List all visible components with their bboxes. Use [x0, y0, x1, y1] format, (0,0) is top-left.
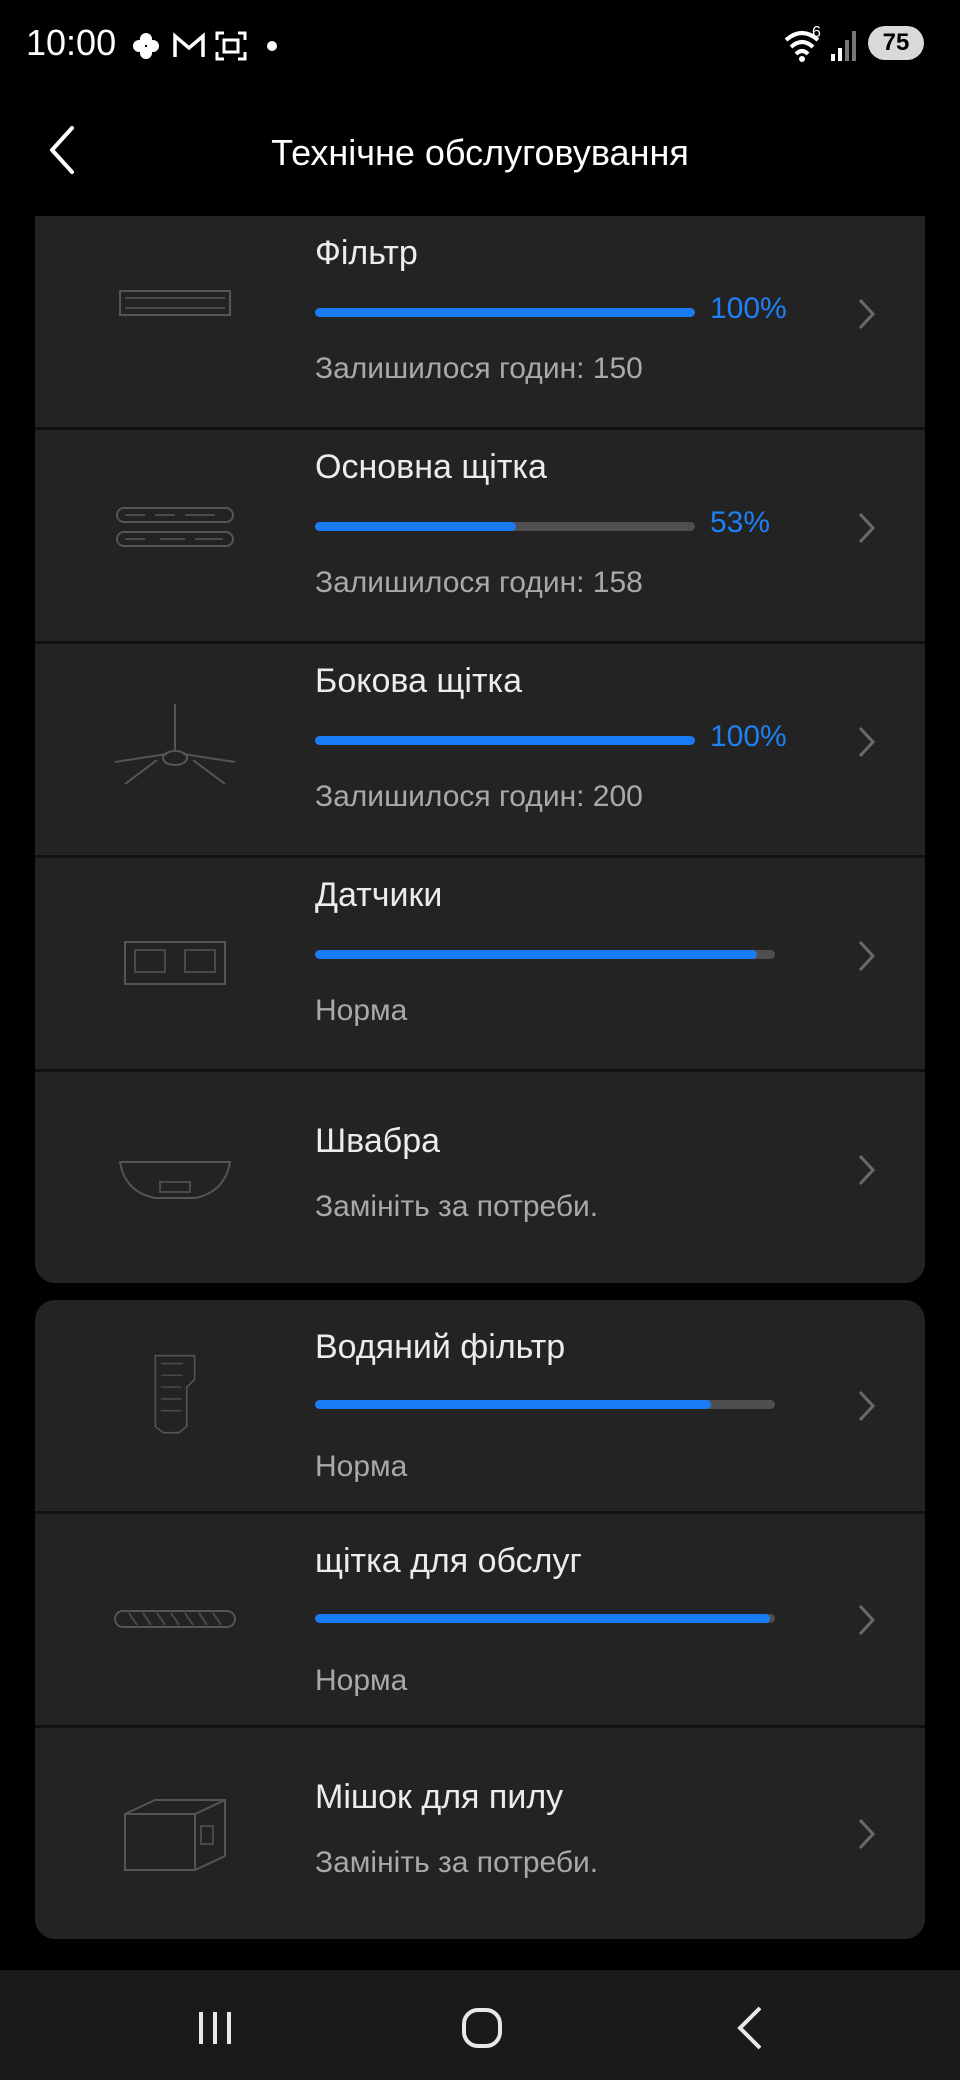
chevron-right-icon	[858, 1390, 876, 1422]
dot-icon	[267, 41, 277, 51]
list-item-water-filter[interactable]: Водяний фільтр Норма	[35, 1300, 925, 1514]
life-progress-fill	[315, 736, 695, 745]
item-status: Норма	[315, 1450, 408, 1483]
item-name: Швабра	[315, 1122, 441, 1160]
wifi-badge: 6	[812, 24, 821, 41]
page-title: Технічне обслуговування	[271, 132, 689, 173]
item-name: Фільтр	[315, 234, 418, 272]
chevron-right-icon	[858, 940, 876, 972]
screenshot-icon	[215, 31, 247, 61]
item-name: Основна щітка	[315, 448, 547, 486]
maintenance-group-2: Водяний фільтр Норма щітка для обслуг Но…	[35, 1300, 925, 1939]
list-item-dust-bag[interactable]: Мішок для пилу Замініть за потреби.	[35, 1728, 925, 1939]
side-brush-image	[114, 704, 236, 785]
item-name: Бокова щітка	[315, 662, 523, 700]
item-status: Залишилося годин: 200	[315, 780, 643, 813]
item-name: Водяний фільтр	[315, 1328, 566, 1366]
app-header: Технічне обслуговування	[0, 90, 960, 215]
list-item-maintenance-brush[interactable]: щітка для обслуг Норма	[35, 1514, 925, 1728]
life-progress-bar	[315, 522, 695, 531]
chevron-right-icon	[858, 1154, 876, 1186]
list-item-mop[interactable]: Швабра Замініть за потреби.	[35, 1072, 925, 1283]
chevron-right-icon	[858, 298, 876, 330]
item-status: Замініть за потреби.	[315, 1190, 599, 1223]
back-nav-icon[interactable]	[722, 1998, 782, 2058]
life-progress-bar	[315, 1400, 775, 1409]
life-progress-fill	[315, 308, 695, 317]
life-progress-fill	[315, 522, 517, 531]
life-percent: 53%	[710, 506, 771, 539]
item-name: щітка для обслуг	[315, 1542, 582, 1580]
status-time: 10:00	[26, 22, 117, 63]
water-filter-image	[154, 1354, 196, 1434]
life-progress-fill	[315, 950, 757, 959]
chevron-right-icon	[858, 1604, 876, 1636]
main-brush-image	[116, 507, 234, 547]
item-name: Датчики	[315, 876, 443, 914]
list-item-side-brush[interactable]: Бокова щітка 100% Залишилося годин: 200	[35, 644, 925, 858]
system-nav-bar	[0, 1970, 960, 2080]
maintenance-group-1: Фільтр 100% Залишилося годин: 150 Основн…	[35, 216, 925, 1283]
list-item-sensors[interactable]: Датчики Норма	[35, 858, 925, 1072]
item-status: Норма	[315, 1664, 408, 1697]
mop-image	[118, 1161, 232, 1199]
home-icon[interactable]	[452, 1998, 512, 2058]
signal-icon	[831, 31, 856, 61]
filter-image	[119, 290, 231, 316]
list-item-main-brush[interactable]: Основна щітка 53% Залишилося годин: 158	[35, 430, 925, 644]
status-bar: 10:00 6 75	[0, 0, 960, 90]
life-progress-bar	[315, 950, 775, 959]
life-progress-bar	[315, 1614, 775, 1623]
life-progress-bar	[315, 736, 695, 745]
life-percent: 100%	[710, 292, 787, 325]
life-progress-fill	[315, 1614, 771, 1623]
pinwheel-icon	[133, 33, 159, 59]
life-progress-fill	[315, 1400, 711, 1409]
recent-apps-icon[interactable]	[185, 1998, 245, 2058]
life-progress-bar	[315, 308, 695, 317]
chevron-right-icon	[858, 1818, 876, 1850]
sensors-image	[124, 941, 226, 985]
item-status: Норма	[315, 994, 408, 1027]
item-status: Залишилося годин: 150	[315, 352, 643, 385]
life-percent: 100%	[710, 720, 787, 753]
item-name: Мішок для пилу	[315, 1778, 564, 1816]
item-status: Залишилося годин: 158	[315, 566, 643, 599]
maintenance-brush-image	[114, 1610, 236, 1628]
list-item-filter[interactable]: Фільтр 100% Залишилося годин: 150	[35, 216, 925, 430]
dust-bag-image	[124, 1799, 226, 1871]
chevron-right-icon	[858, 512, 876, 544]
battery-indicator: 75	[868, 26, 924, 60]
chevron-right-icon	[858, 726, 876, 758]
item-status: Замініть за потреби.	[315, 1846, 599, 1879]
mail-icon	[173, 32, 205, 57]
